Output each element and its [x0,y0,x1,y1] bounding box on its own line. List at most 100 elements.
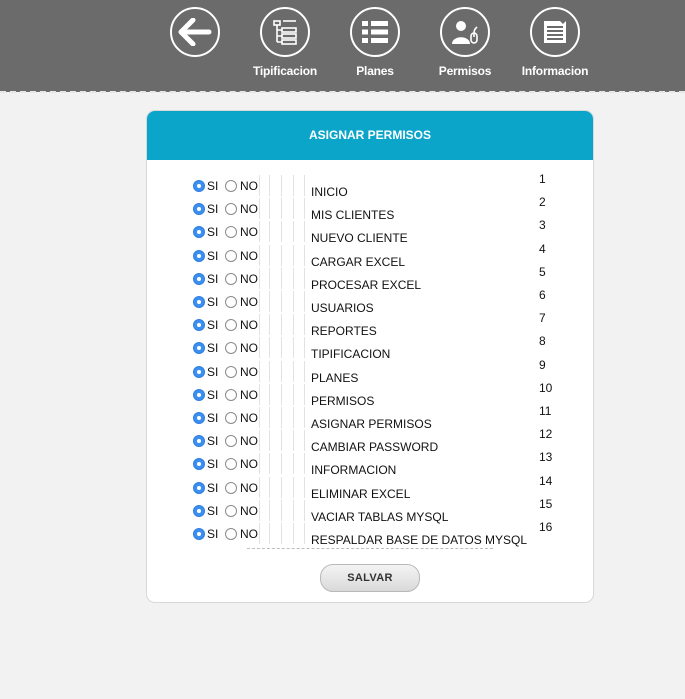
save-button[interactable]: SALVAR [320,564,420,592]
nav-planes[interactable]: Planes [335,7,415,82]
radio-no[interactable] [225,481,237,494]
radio-no-label: NO [240,457,258,472]
permission-cells [259,407,305,428]
permission-cells [259,430,305,452]
permission-number: 5 [539,264,546,279]
permission-cells [259,476,305,498]
permission-number: 12 [539,427,553,442]
radio-si[interactable] [193,180,205,192]
radio-no-label: NO [240,341,258,356]
permission-number: 13 [539,450,553,465]
nav-tipificacion[interactable]: Tipificacion [245,7,325,82]
radio-si[interactable] [193,272,205,285]
radio-si-label: SI [207,364,219,379]
permission-name: CAMBIAR PASSWORD [311,440,439,455]
radio-no[interactable] [225,226,237,239]
radio-no[interactable] [225,458,237,471]
permission-number: 16 [539,520,553,534]
radio-si-label: SI [207,225,219,240]
list-divider [247,548,493,549]
permission-number: 3 [539,218,546,233]
radio-no[interactable] [225,365,237,378]
permission-row: SI NO MIS CLIENTES 2 [147,195,593,224]
radio-si[interactable] [193,226,205,239]
radio-no-label: NO [240,295,258,309]
radio-si[interactable] [193,249,205,262]
radio-no[interactable] [225,504,237,517]
radio-si[interactable] [193,388,205,401]
tree-list-icon [260,7,310,57]
radio-si[interactable] [193,481,205,494]
nav-permisos[interactable]: Permisos [425,7,505,82]
permission-name: VACIAR TABLAS MYSQL [311,509,449,524]
radio-si-label: SI [207,503,219,518]
back-button[interactable] [155,7,235,82]
permission-cells [259,175,305,196]
permission-row: SI NO INFORMACION 13 [147,450,593,479]
permission-name: RESPALDAR BASE DE DATOS MYSQL [311,533,528,547]
radio-si[interactable] [193,342,205,355]
radio-si-label: SI [207,295,219,309]
radio-no[interactable] [225,180,237,192]
nav-label-permisos: Permisos [438,64,492,78]
radio-no[interactable] [225,296,237,308]
permission-row: SI NO ELIMINAR EXCEL 14 [147,474,593,503]
permission-row: SI NO REPORTES 7 [147,311,593,340]
permission-cells [259,244,305,266]
radio-si[interactable] [193,435,205,448]
topbar-divider [0,91,685,93]
permission-cells [259,291,305,312]
permission-number: 14 [539,473,553,488]
permission-number: 10 [539,380,553,395]
radio-no[interactable] [225,528,237,540]
permission-name: PERMISOS [311,393,375,408]
permission-row: SI NO CARGAR EXCEL 4 [147,242,593,271]
top-navigation-bar: Tipificacion Planes Permisos Informacion [0,0,685,92]
permission-number: 2 [539,195,546,210]
permission-cells [259,453,305,475]
radio-no-label: NO [240,271,258,286]
permission-row: SI NO USUARIOS 6 [147,288,593,317]
radio-no[interactable] [225,412,237,424]
radio-si-label: SI [207,179,219,193]
radio-no[interactable] [225,272,237,285]
permission-row: SI NO PERMISOS 10 [147,381,593,410]
radio-si[interactable] [193,504,205,517]
permission-row: SI NO NUEVO CLIENTE 3 [147,218,593,247]
radio-no-label: NO [240,248,258,263]
permission-row: SI NO CAMBIAR PASSWORD 12 [147,427,593,456]
permission-name: USUARIOS [311,301,374,315]
radio-si-label: SI [207,318,219,333]
permission-cells [259,198,305,220]
radio-si[interactable] [193,458,205,471]
radio-si-label: SI [207,480,219,495]
permission-number: 8 [539,334,546,349]
permission-row: SI NO PROCESAR EXCEL 5 [147,265,593,294]
radio-si[interactable] [193,319,205,332]
radio-no-label: NO [240,503,258,518]
permission-row: SI NO RESPALDAR BASE DE DATOS MYSQL 16 [147,520,593,549]
radio-si[interactable] [193,296,205,308]
radio-si[interactable] [193,365,205,378]
radio-no[interactable] [225,249,237,262]
radio-no[interactable] [225,388,237,401]
radio-no-label: NO [240,480,258,495]
radio-si[interactable] [193,528,205,540]
radio-no-label: NO [240,318,258,333]
permission-number: 1 [539,172,546,186]
nav-label-tipificacion: Tipificacion [252,64,318,78]
radio-si-label: SI [207,434,219,449]
permission-number: 7 [539,311,546,326]
radio-no[interactable] [225,342,237,355]
radio-si[interactable] [193,412,205,424]
permission-name: ELIMINAR EXCEL [311,486,411,501]
radio-si[interactable] [193,203,205,216]
user-permissions-icon [440,7,490,57]
nav-informacion[interactable]: Informacion [515,7,595,82]
radio-no[interactable] [225,203,237,216]
panel-title: ASIGNAR PERMISOS [147,111,593,160]
radio-no[interactable] [225,435,237,448]
radio-no[interactable] [225,319,237,332]
radio-no-label: NO [240,387,258,402]
radio-si-label: SI [207,411,219,425]
